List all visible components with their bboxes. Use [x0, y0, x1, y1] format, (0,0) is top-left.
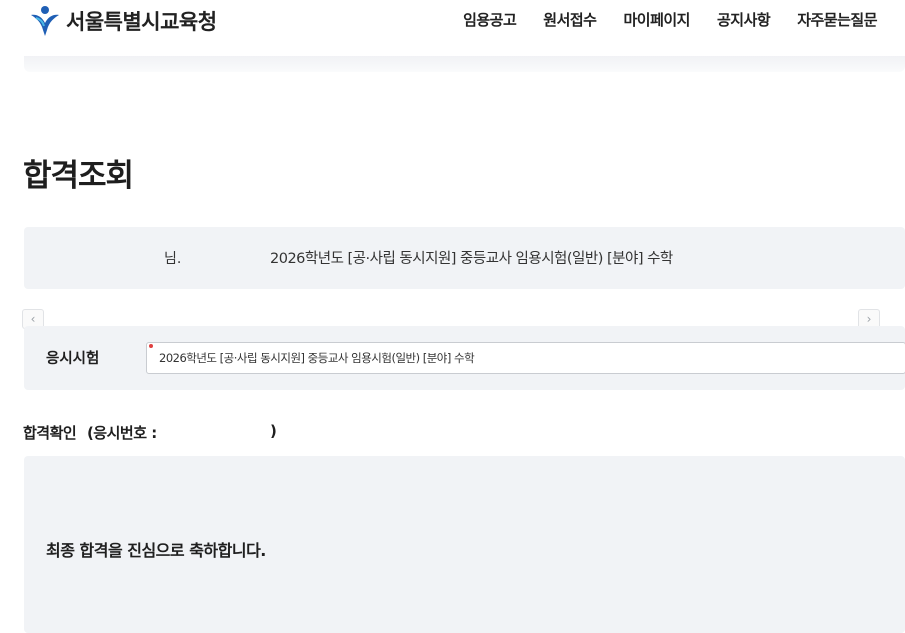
nav-item-notices[interactable]: 공지사항 — [717, 9, 771, 30]
site-header: 서울특별시교육청 임용공고 원서접수 마이페이지 공지사항 자주묻는질문 — [0, 0, 905, 62]
applicant-exam-name: 2026학년도 [공·사립 동시지원] 중등교사 임용시험(일반) [분야] 수… — [270, 251, 673, 267]
nav-item-recruitment-notice[interactable]: 임용공고 — [463, 9, 517, 30]
exam-number-label: (응시번호 : — [86, 424, 157, 442]
exam-select-label: 응시시험 — [46, 351, 100, 367]
result-box: 최종 합격을 진심으로 축하합니다. — [24, 456, 905, 633]
logo-text: 서울특별시교육청 — [66, 10, 217, 34]
nav-item-mypage[interactable]: 마이페이지 — [623, 9, 690, 30]
exam-select-dropdown[interactable]: 2026학년도 [공·사립 동시지원] 중등교사 임용시험(일반) [분야] 수… — [146, 342, 905, 374]
exam-select-row: 응시시험 2026학년도 [공·사립 동시지원] 중등교사 임용시험(일반) [… — [24, 326, 905, 390]
result-section-title: 합격확인 (응시번호 : ) — [23, 422, 277, 443]
exam-number-close: ) — [270, 422, 277, 440]
seoul-education-office-logo-icon — [31, 6, 59, 36]
header-divider — [24, 56, 905, 72]
nav-item-faq[interactable]: 자주묻는질문 — [797, 9, 877, 30]
required-marker — [149, 344, 153, 348]
chevron-left-icon: ‹ — [30, 312, 36, 326]
page-title: 합격조회 — [23, 158, 134, 194]
chevron-right-icon: › — [866, 312, 872, 326]
nav-item-application[interactable]: 원서접수 — [543, 9, 597, 30]
applicant-info-box: 님. 2026학년도 [공·사립 동시지원] 중등교사 임용시험(일반) [분야… — [24, 227, 905, 289]
applicant-name-suffix: 님. — [164, 251, 182, 267]
result-message: 최종 합격을 진심으로 축하합니다. — [46, 541, 266, 560]
site-logo[interactable]: 서울특별시교육청 — [28, 4, 217, 38]
exam-select-value: 2026학년도 [공·사립 동시지원] 중등교사 임용시험(일반) [분야] 수… — [159, 351, 475, 365]
result-title-text: 합격확인 — [23, 424, 77, 442]
main-nav: 임용공고 원서접수 마이페이지 공지사항 자주묻는질문 — [463, 9, 877, 30]
